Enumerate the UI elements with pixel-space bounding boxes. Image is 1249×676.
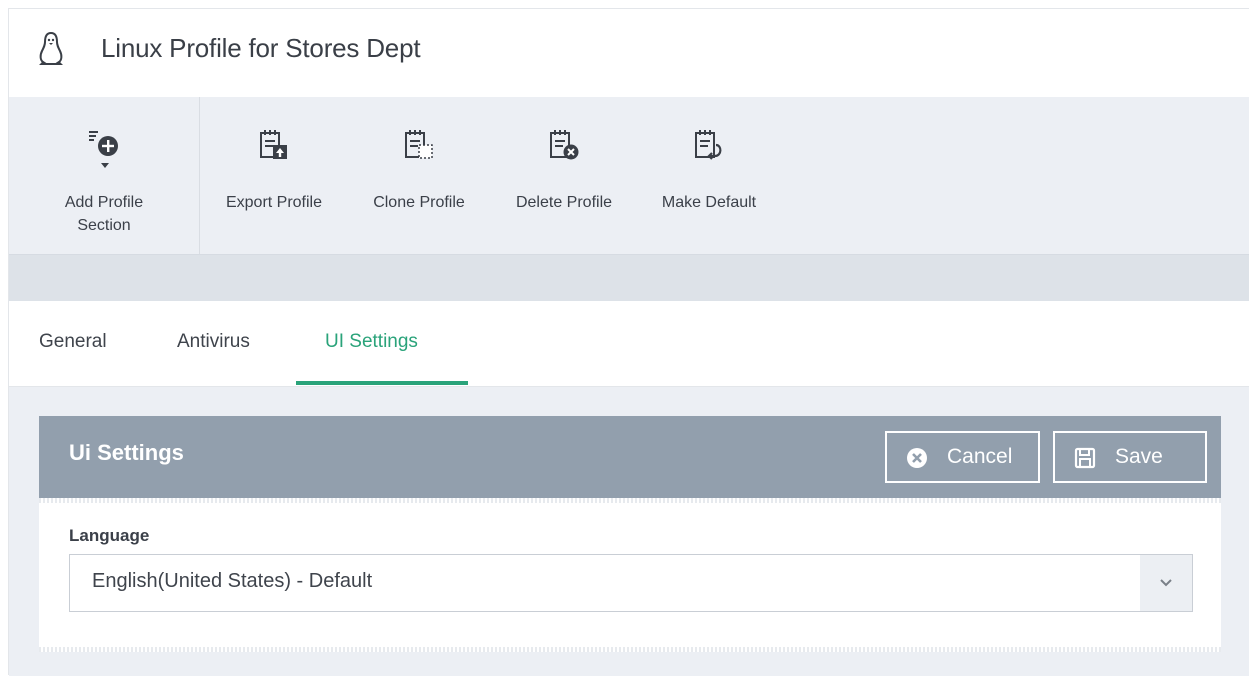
make-default-label: Make Default — [661, 194, 757, 211]
language-dropdown-toggle[interactable] — [1140, 555, 1192, 611]
content-area: Ui Settings Cancel Save Language English… — [9, 387, 1249, 676]
save-label: Save — [1115, 445, 1163, 468]
profile-window: Linux Profile for Stores Dept Add Profil… — [8, 8, 1249, 676]
cancel-icon — [907, 448, 927, 468]
panel-header: Ui Settings Cancel Save — [39, 416, 1221, 498]
cancel-label: Cancel — [947, 445, 1013, 468]
export-profile-button[interactable]: Export Profile — [209, 97, 339, 254]
clone-profile-button[interactable]: Clone Profile — [359, 97, 479, 254]
language-select[interactable]: English(United States) - Default — [69, 554, 1193, 612]
add-section-icon — [89, 131, 118, 168]
linux-penguin-icon — [39, 31, 63, 65]
save-button[interactable]: Save — [1053, 431, 1207, 483]
tab-ui-settings[interactable]: UI Settings — [325, 331, 418, 353]
add-profile-section-button[interactable]: Add Profile Section — [39, 97, 169, 254]
export-icon — [260, 130, 287, 159]
make-default-icon — [695, 130, 722, 160]
language-select-value: English(United States) - Default — [92, 570, 373, 592]
clone-icon — [405, 130, 433, 159]
export-profile-label: Export Profile — [225, 194, 323, 211]
save-icon — [1074, 447, 1096, 469]
tab-bar: General Antivirus UI Settings — [9, 301, 1249, 387]
delete-profile-button[interactable]: Delete Profile — [499, 97, 629, 254]
delete-icon — [550, 130, 579, 160]
panel-bottom-border — [39, 647, 1221, 652]
make-default-button[interactable]: Make Default — [649, 97, 769, 254]
cancel-button[interactable]: Cancel — [885, 431, 1040, 483]
panel-body: Language English(United States) - Defaul… — [39, 498, 1221, 652]
panel-title: Ui Settings — [69, 440, 184, 465]
clone-profile-label: Clone Profile — [373, 194, 465, 211]
language-label: Language — [69, 526, 150, 545]
add-profile-label-line1: Add Profile — [64, 194, 144, 211]
chevron-down-icon — [1160, 579, 1172, 587]
toolbar: Add Profile Section Export Profile Clone… — [9, 97, 1249, 255]
active-tab-indicator — [296, 381, 468, 385]
tab-antivirus[interactable]: Antivirus — [177, 331, 250, 353]
toolbar-spacer — [9, 255, 1249, 301]
add-profile-label-line2: Section — [77, 217, 131, 234]
tab-general[interactable]: General — [39, 331, 107, 353]
panel-top-border — [39, 498, 1221, 503]
toolbar-divider — [199, 97, 200, 254]
page-header: Linux Profile for Stores Dept — [9, 9, 1249, 97]
page-title: Linux Profile for Stores Dept — [101, 33, 421, 63]
delete-profile-label: Delete Profile — [515, 194, 613, 211]
